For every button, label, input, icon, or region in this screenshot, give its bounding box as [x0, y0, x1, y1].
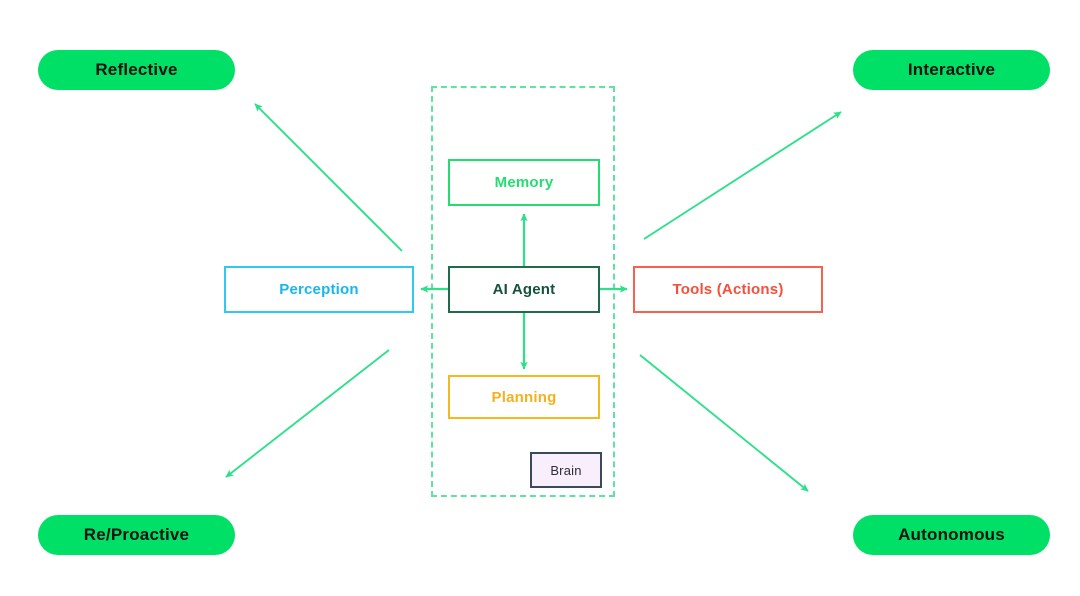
diagram-canvas: Reflective Interactive Re/Proactive Auto… [0, 0, 1080, 596]
node-ai-agent-label: AI Agent [492, 281, 556, 298]
pill-reflective-label: Reflective [95, 60, 178, 79]
pill-autonomous[interactable]: Autonomous [853, 515, 1050, 555]
pill-autonomous-label: Autonomous [898, 525, 1005, 544]
arrow-core-to-autonomous [639, 354, 809, 492]
node-brain-label: Brain [550, 462, 582, 478]
pill-reproactive[interactable]: Re/Proactive [38, 515, 235, 555]
node-perception-label: Perception [279, 281, 359, 298]
node-ai-agent[interactable]: AI Agent [448, 266, 600, 313]
node-tools-actions-label: Tools (Actions) [672, 281, 784, 298]
pill-interactive[interactable]: Interactive [853, 50, 1050, 90]
arrow-core-to-reflective [254, 103, 403, 252]
node-tools-actions[interactable]: Tools (Actions) [633, 266, 823, 313]
node-perception[interactable]: Perception [224, 266, 414, 313]
node-brain[interactable]: Brain [530, 452, 602, 488]
arrow-core-to-reproactive [225, 349, 390, 478]
node-memory-label: Memory [494, 174, 554, 191]
arrow-core-to-interactive [643, 111, 842, 240]
node-planning[interactable]: Planning [448, 375, 600, 419]
node-planning-label: Planning [491, 388, 557, 406]
pill-reflective[interactable]: Reflective [38, 50, 235, 90]
pill-reproactive-label: Re/Proactive [83, 525, 190, 544]
pill-interactive-label: Interactive [907, 60, 996, 79]
node-memory[interactable]: Memory [448, 159, 600, 206]
